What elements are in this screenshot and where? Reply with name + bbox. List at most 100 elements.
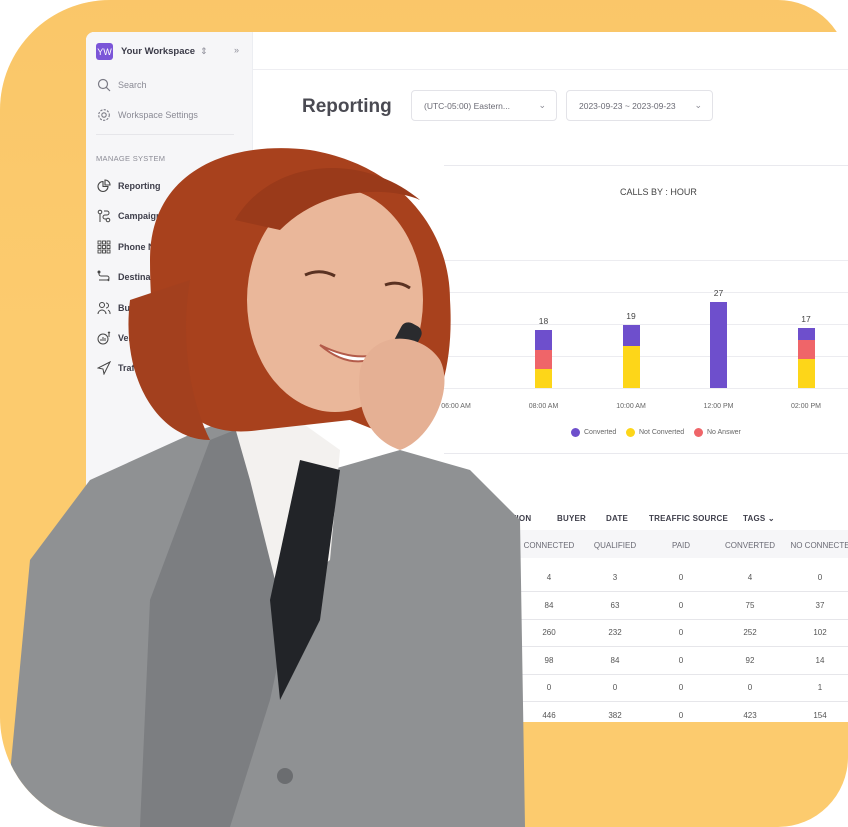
tab-buyer[interactable]: BUYER bbox=[557, 514, 586, 523]
legend-dot bbox=[571, 428, 580, 437]
table-cell: 232 bbox=[608, 628, 622, 637]
sidebar-item-reporting[interactable]: Reporting bbox=[96, 178, 161, 194]
chevron-down-icon: ⌄ bbox=[538, 100, 546, 110]
table-cell: 4 bbox=[747, 573, 753, 582]
gridline bbox=[436, 324, 848, 325]
table-cell: 63 bbox=[610, 600, 620, 610]
workspace-avatar: YW bbox=[96, 43, 113, 60]
tab-ation[interactable]: ATION bbox=[506, 514, 531, 523]
grid-icon bbox=[96, 239, 112, 255]
column-header[interactable]: QUALIFIED bbox=[580, 541, 650, 550]
table-cell: 1 bbox=[817, 683, 823, 692]
sidebar-item-destinations[interactable]: Destinations bbox=[96, 269, 172, 285]
x-axis-label: 06:00 AM bbox=[441, 403, 471, 410]
date-range-select[interactable]: 2023-09-23 ~ 2023-09-23 ⌄ bbox=[566, 90, 713, 121]
bar-segment-converted[interactable] bbox=[710, 301, 727, 388]
sidebar-item-workspace-settings[interactable]: Workspace Settings bbox=[96, 107, 198, 123]
sidebar-item-label: Traffic So bbox=[118, 363, 160, 373]
table-cell: 4 bbox=[546, 573, 552, 582]
send-icon bbox=[96, 360, 112, 376]
table-cell: 3 bbox=[612, 573, 618, 582]
bar-segment-not-converted[interactable] bbox=[535, 368, 552, 388]
sidebar-divider bbox=[96, 134, 234, 135]
column-header[interactable]: CONVERTED bbox=[715, 541, 785, 550]
bar-segment-no-answer[interactable] bbox=[797, 340, 815, 360]
tab-date[interactable]: DATE bbox=[606, 514, 628, 523]
tab-tags[interactable]: TAGS ⌄ bbox=[743, 514, 775, 523]
legend-label: Converted bbox=[584, 429, 617, 436]
arrows-icon bbox=[96, 269, 112, 285]
bar-segment-not-converted[interactable] bbox=[622, 345, 640, 388]
tab-treaffic-source[interactable]: TREAFFIC SOURCE bbox=[649, 514, 728, 523]
sidebar-item-label: Reporting bbox=[118, 181, 161, 191]
table-cell: 0 bbox=[678, 573, 684, 582]
legend-item[interactable]: Converted bbox=[571, 428, 616, 437]
x-axis-label: 08:00 AM bbox=[528, 403, 559, 410]
x-axis-label: 02:00 PM bbox=[791, 403, 821, 410]
chevron-down-icon: ⌄ bbox=[694, 100, 702, 110]
bar-value-label: 17 bbox=[801, 313, 811, 324]
table-cell: 84 bbox=[610, 655, 620, 665]
sidebar-item-vendors[interactable]: Vendors bbox=[96, 330, 154, 346]
sidebar-item-phone-numbers[interactable]: Phone Numbers bbox=[96, 239, 187, 255]
divider bbox=[444, 453, 848, 454]
column-header[interactable]: PAID bbox=[646, 541, 716, 550]
row-divider bbox=[506, 618, 848, 620]
bar-segment-converted[interactable] bbox=[797, 327, 815, 340]
workspace-name: Your Workspace bbox=[121, 46, 196, 57]
table-cell: 0 bbox=[546, 683, 552, 692]
sidebar-item-label: Buyers bbox=[118, 303, 149, 313]
gear-icon bbox=[96, 107, 112, 123]
sidebar-item-traffic-sources[interactable]: Traffic So bbox=[96, 360, 159, 376]
users-icon bbox=[96, 300, 112, 316]
table-cell: 98 bbox=[544, 655, 554, 665]
table-cell: 260 bbox=[542, 628, 556, 637]
search-icon bbox=[96, 77, 112, 93]
table-cell: 14 bbox=[815, 655, 825, 665]
timezone-select[interactable]: (UTC-05:00) Eastern... ⌄ bbox=[411, 90, 557, 121]
sidebar-item-label: Search bbox=[118, 80, 147, 90]
sidebar-item-label: Destinations bbox=[118, 272, 173, 282]
table-cell: 0 bbox=[678, 628, 684, 637]
bar-segment-no-answer[interactable] bbox=[535, 349, 552, 369]
sidebar-item-label: Vendors bbox=[118, 333, 154, 343]
legend-label: Not Converted bbox=[639, 429, 685, 436]
sidebar: YW Your Workspace ⇕ » Search Workspace S… bbox=[86, 32, 253, 722]
sort-icon: ⇕ bbox=[200, 46, 208, 56]
gridline bbox=[436, 356, 848, 357]
vendor-chart-icon bbox=[96, 330, 112, 346]
collapse-sidebar-icon[interactable]: » bbox=[234, 45, 239, 55]
table-cell: 382 bbox=[608, 710, 622, 720]
bar-value-label: 27 bbox=[713, 287, 724, 298]
bar-segment-converted[interactable] bbox=[622, 324, 640, 346]
legend-item[interactable]: Not Converted bbox=[626, 428, 684, 437]
gridline bbox=[436, 388, 848, 389]
workspace-switcher[interactable]: YW Your Workspace ⇕ bbox=[96, 43, 208, 60]
bar-segment-not-converted[interactable] bbox=[797, 359, 815, 388]
table-cell: 0 bbox=[678, 710, 684, 720]
table-cell: 0 bbox=[678, 600, 684, 610]
table-cell: 102 bbox=[813, 628, 827, 637]
timezone-value: (UTC-05:00) Eastern... bbox=[424, 100, 510, 111]
table-cell: 0 bbox=[612, 683, 618, 692]
table-cell: 154 bbox=[813, 710, 827, 720]
bar-segment-converted[interactable] bbox=[535, 330, 552, 350]
sidebar-item-campaigns[interactable]: Campaigns bbox=[96, 208, 167, 224]
section-label: MANAGE SYSTEM bbox=[96, 154, 166, 163]
date-range-value: 2023-09-23 ~ 2023-09-23 bbox=[579, 100, 676, 111]
app-window: YW Your Workspace ⇕ » Search Workspace S… bbox=[86, 32, 848, 722]
legend-item[interactable]: No Answer bbox=[694, 428, 741, 437]
legend-label: No Answer bbox=[707, 429, 741, 436]
table-cell: 252 bbox=[743, 628, 757, 637]
bar-value-label: 18 bbox=[538, 316, 549, 327]
table-cell: 37 bbox=[815, 600, 825, 610]
gridline bbox=[436, 260, 848, 261]
table-cell: 446 bbox=[542, 710, 556, 720]
sidebar-item-buyers[interactable]: Buyers bbox=[96, 300, 149, 316]
sidebar-item-search[interactable]: Search bbox=[96, 77, 147, 93]
table-cell: 92 bbox=[745, 655, 755, 665]
divider bbox=[444, 165, 848, 166]
table-cell: 423 bbox=[743, 710, 757, 720]
column-header[interactable]: CONNECTED bbox=[514, 541, 584, 550]
column-header[interactable]: NO CONNECTE bbox=[785, 541, 848, 550]
